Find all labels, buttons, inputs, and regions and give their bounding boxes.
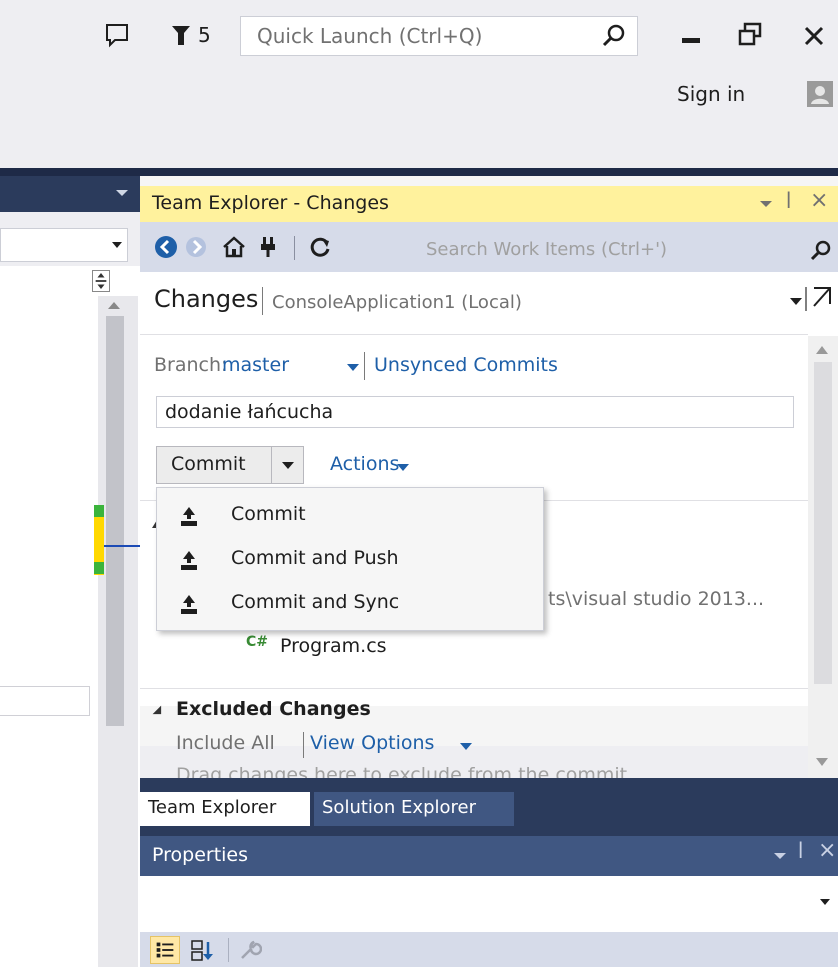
changed-file-item[interactable]: Program.cs — [280, 635, 387, 657]
unsynced-commits-link[interactable]: Unsynced Commits — [374, 354, 558, 376]
chevron-down-icon[interactable] — [460, 743, 472, 750]
commit-button-label: Commit — [171, 453, 246, 475]
minimize-icon[interactable] — [680, 20, 704, 50]
separator — [364, 352, 365, 380]
notifications-button[interactable]: 5 — [170, 20, 211, 50]
branch-label: Branch: — [154, 354, 228, 376]
drag-hint-text: Drag changes here to exclude from the co… — [176, 764, 628, 778]
csharp-file-icon: C# — [246, 634, 269, 650]
toolbar-separator — [228, 938, 229, 962]
change-marker-green — [94, 562, 104, 574]
categorized-icon[interactable] — [150, 936, 180, 964]
commit-message-value: dodanie łańcucha — [165, 401, 334, 423]
tab-solution-explorer[interactable]: Solution Explorer — [314, 792, 514, 826]
object-selector-combo[interactable] — [140, 876, 838, 932]
team-explorer-titlebar: Team Explorer - Changes ꟾ × — [140, 186, 838, 222]
connect-plug-icon[interactable] — [256, 235, 280, 259]
menu-item-label: Commit and Push — [231, 547, 399, 569]
panel-title: Properties — [152, 844, 249, 866]
page-subtitle: ConsoleApplication1 (Local) — [272, 292, 522, 313]
close-icon[interactable] — [800, 20, 830, 50]
navigation-combo[interactable] — [0, 228, 128, 262]
chevron-down-icon[interactable] — [112, 242, 122, 248]
commit-upload-icon — [181, 507, 197, 526]
scrollbar-thumb[interactable] — [814, 362, 832, 684]
tab-team-explorer[interactable]: Team Explorer — [140, 792, 310, 826]
scroll-up-icon[interactable] — [108, 302, 120, 309]
quick-launch-placeholder: Quick Launch (Ctrl+Q) — [257, 24, 483, 48]
home-icon[interactable] — [222, 235, 246, 259]
menu-item-label: Commit — [231, 503, 306, 525]
chevron-down-icon[interactable] — [116, 190, 128, 196]
wrench-icon[interactable] — [238, 938, 262, 962]
scrollbar-thumb[interactable] — [106, 316, 124, 726]
popout-icon[interactable] — [804, 284, 834, 314]
menu-item-commit-and-sync[interactable]: Commit and Sync — [157, 582, 543, 626]
tab-label: Team Explorer — [148, 797, 277, 818]
scroll-up-icon[interactable] — [816, 346, 828, 354]
menu-separator-strip — [0, 168, 838, 176]
forward-icon[interactable] — [184, 235, 208, 259]
actions-link[interactable]: Actions — [330, 453, 399, 475]
separator — [303, 732, 304, 758]
commit-message-input[interactable]: dodanie łańcucha — [156, 396, 794, 428]
split-editor-icon[interactable] — [92, 270, 110, 292]
title-separator — [262, 287, 263, 315]
menu-item-label: Commit and Sync — [231, 591, 400, 613]
notification-flag-icon — [172, 26, 190, 45]
search-icon[interactable] — [810, 240, 832, 262]
pin-icon[interactable]: ꟾ — [798, 842, 803, 863]
chevron-down-icon[interactable] — [820, 899, 830, 905]
marker-connector — [104, 545, 140, 547]
search-icon — [602, 24, 625, 47]
folder-path: ts\visual studio 2013... — [548, 588, 765, 610]
commit-upload-icon — [181, 551, 197, 570]
restore-icon[interactable] — [738, 22, 762, 48]
chevron-down-icon — [282, 462, 294, 469]
menu-item-commit[interactable]: Commit — [157, 494, 543, 538]
close-icon[interactable]: × — [818, 838, 836, 863]
commit-upload-icon — [181, 595, 197, 614]
alphabetical-sort-icon[interactable] — [190, 938, 216, 964]
page-title: Changes — [154, 285, 259, 313]
panel-title: Team Explorer - Changes — [152, 192, 389, 214]
commit-button[interactable]: Commit — [156, 446, 272, 484]
include-all-link[interactable]: Include All — [176, 732, 275, 754]
commit-dropdown-menu: Commit Commit and Push Commit and Sync — [156, 487, 544, 631]
back-icon[interactable] — [154, 235, 178, 259]
pin-icon[interactable]: ꟾ — [786, 192, 791, 213]
window-position-icon[interactable] — [774, 853, 786, 859]
chevron-down-icon[interactable] — [347, 364, 359, 371]
divider — [140, 334, 808, 335]
search-placeholder: Search Work Items (Ctrl+') — [426, 239, 668, 260]
chevron-down-icon[interactable] — [397, 464, 409, 471]
divider — [140, 688, 808, 689]
scroll-down-icon[interactable] — [816, 758, 828, 766]
close-icon[interactable]: × — [810, 188, 828, 213]
view-options-link[interactable]: View Options — [310, 732, 434, 754]
menu-item-commit-and-push[interactable]: Commit and Push — [157, 538, 543, 582]
tab-label: Solution Explorer — [322, 797, 476, 818]
refresh-icon[interactable] — [308, 235, 332, 259]
chevron-down-icon[interactable] — [790, 298, 802, 305]
avatar-icon[interactable] — [806, 80, 834, 108]
panel-gap — [140, 826, 838, 836]
toolbar-separator — [294, 236, 295, 260]
editor-field[interactable] — [0, 686, 90, 716]
branch-selector[interactable]: master — [222, 354, 289, 376]
feedback-icon[interactable] — [104, 22, 130, 48]
excluded-changes-header[interactable]: Excluded Changes — [176, 698, 371, 720]
sign-in-link[interactable]: Sign in — [677, 82, 745, 106]
window-position-icon[interactable] — [760, 201, 772, 207]
change-marker-green — [94, 505, 104, 517]
quick-launch-input[interactable]: Quick Launch (Ctrl+Q) — [240, 16, 638, 56]
notification-count: 5 — [198, 23, 211, 47]
properties-titlebar: Properties — [140, 836, 838, 876]
